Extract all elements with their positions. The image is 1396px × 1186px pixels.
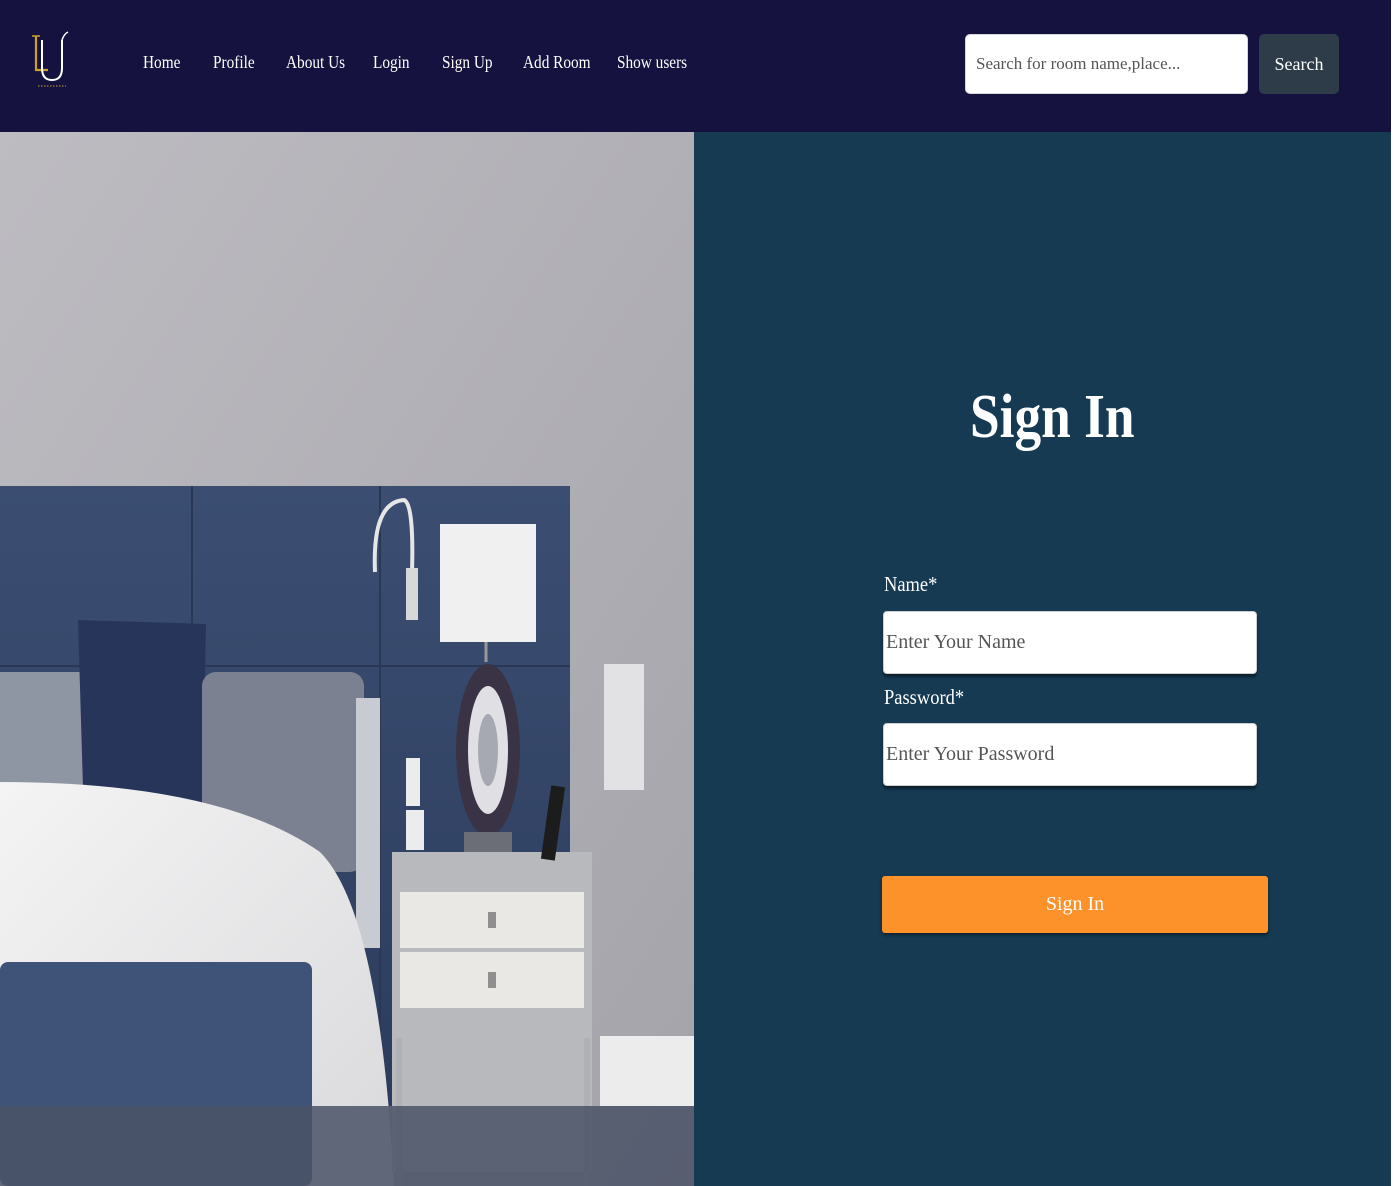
nav-home-link[interactable]: Home: [143, 52, 180, 73]
password-field[interactable]: [883, 723, 1257, 786]
nav-show-users-link[interactable]: Show users: [617, 52, 687, 73]
password-label: Password*: [884, 685, 965, 709]
page-edge: [1391, 0, 1396, 1186]
nav-profile-link[interactable]: Profile: [213, 52, 255, 73]
logo-icon[interactable]: [28, 30, 72, 92]
nav-about-us-link[interactable]: About Us: [286, 52, 345, 73]
name-label: Name*: [884, 572, 938, 596]
bedroom-photo: [0, 132, 694, 1186]
nav-sign-up-link[interactable]: Sign Up: [442, 52, 493, 73]
nav-login-link[interactable]: Login: [373, 52, 410, 73]
nav-add-room-link[interactable]: Add Room: [523, 52, 591, 73]
name-field[interactable]: [883, 611, 1257, 674]
sign-in-button[interactable]: Sign In: [882, 876, 1268, 933]
search-button[interactable]: Search: [1259, 34, 1339, 94]
page-title: Sign In: [970, 383, 1135, 451]
navbar: Home Profile About Us Login Sign Up Add …: [0, 0, 1391, 132]
search-input[interactable]: [965, 34, 1248, 94]
